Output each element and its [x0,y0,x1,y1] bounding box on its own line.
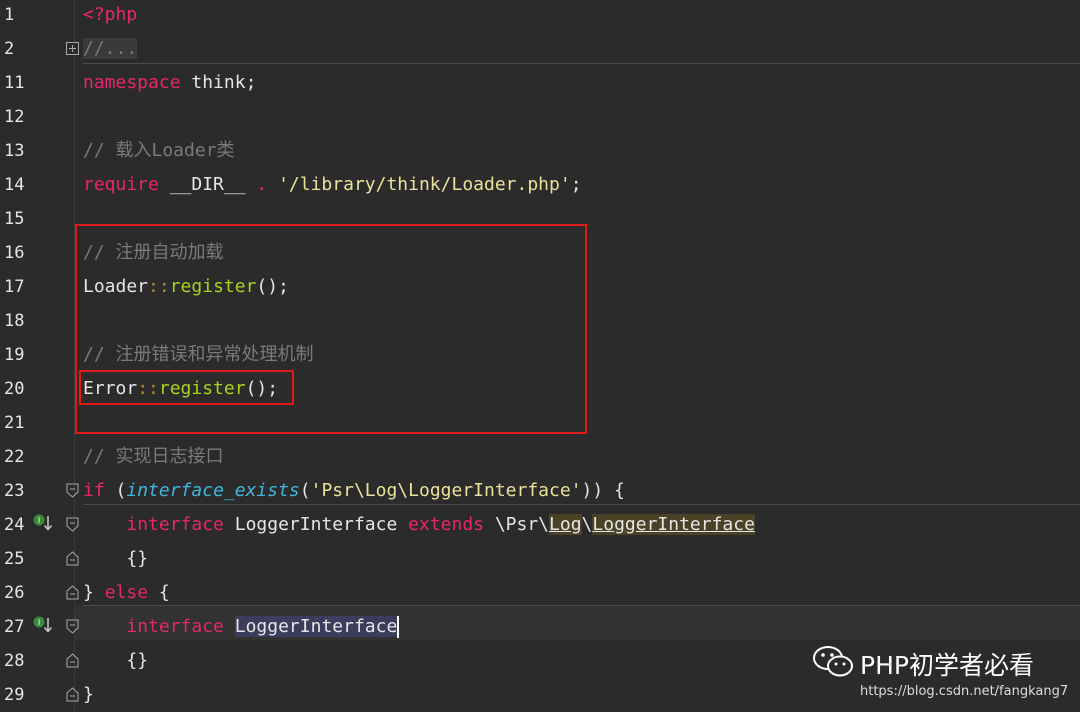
wechat-icon [812,644,856,680]
implements-marker-icon[interactable]: I [33,514,53,532]
watermark: PHP初学者必看 https://blog.csdn.net/fangkang7 [812,640,1080,712]
fold-collapse-icon[interactable] [66,517,80,532]
code-line: 23 if (interface_exists('Psr\Log\LoggerI… [0,474,1080,508]
line-number: 22 [4,447,25,467]
line-number: 29 [4,685,25,705]
backslash: \ [581,514,593,535]
interface-keyword: interface [126,616,224,637]
close-brace: } [83,684,94,705]
line-number: 15 [4,209,25,229]
semicolon: ; [570,174,582,195]
paren: ( [104,480,127,501]
line-number: 12 [4,107,25,127]
line-number: 17 [4,277,25,297]
line-number: 13 [4,141,25,161]
line-number: 23 [4,481,25,501]
namespace-name: think; [180,72,257,93]
highlight-box-error-register [79,370,294,405]
interface-keyword: interface [126,514,224,535]
fold-expand-icon[interactable] [66,42,80,56]
line-number: 1 [4,5,15,25]
namespace-reference[interactable]: Log [549,514,582,535]
code-line: 14 require __DIR__ . '/library/think/Loa… [0,168,1080,202]
line-number: 16 [4,243,25,263]
code-editor[interactable]: 1 <?php 2 //... 11 namespace think; 12 1… [0,0,1080,712]
fold-end-icon[interactable] [66,686,80,702]
svg-text:I: I [38,516,40,525]
code-line: 24 I interface LoggerInterface extends \… [0,508,1080,542]
folded-region[interactable]: //... [83,38,138,59]
line-number: 28 [4,651,25,671]
open-brace: { [148,582,170,603]
extends-keyword: extends [408,514,484,535]
comment: // 实现日志接口 [83,446,224,467]
fold-collapse-icon[interactable] [66,619,80,634]
line-number: 25 [4,549,25,569]
php-open-tag: <?php [83,4,138,25]
require-keyword: require [83,174,159,195]
fold-collapse-icon[interactable] [66,483,80,498]
comment: // 载入Loader类 [83,140,235,161]
text-cursor [397,616,400,638]
code-line: 22 // 实现日志接口 [0,440,1080,474]
line-number: 18 [4,311,25,331]
code-line: 1 <?php [0,0,1080,32]
fold-end-icon[interactable] [66,550,80,566]
code-line: 12 [0,100,1080,134]
code-line: 26 } else { [0,576,1080,610]
fold-end-icon[interactable] [66,652,80,668]
namespace-path: \Psr\ [484,514,550,535]
line-number: 11 [4,73,25,93]
line-number: 26 [4,583,25,603]
paren: )) { [581,480,625,501]
code-line: 2 //... [0,32,1080,66]
fold-end-icon[interactable] [66,584,80,600]
code-line: 13 // 载入Loader类 [0,134,1080,168]
code-line: 25 {} [0,542,1080,576]
code-line: 11 namespace think; [0,66,1080,100]
paren: ( [299,480,311,501]
braces: {} [126,650,149,671]
line-number: 20 [4,379,25,399]
class-reference[interactable]: LoggerInterface [592,514,755,535]
interface-name: LoggerInterface [223,514,409,535]
function-call: interface_exists [126,480,300,501]
else-keyword: else [104,582,149,603]
line-number: 21 [4,413,25,433]
string-literal: 'Psr\Log\LoggerInterface' [310,480,582,501]
line-number: 19 [4,345,25,365]
implements-marker-icon[interactable]: I [33,616,53,634]
line-number: 2 [4,39,15,59]
watermark-url: https://blog.csdn.net/fangkang7 [860,684,1069,699]
string-literal: '/library/think/Loader.php' [267,174,571,195]
concat-operator: . [256,174,268,195]
braces: {} [126,548,149,569]
close-brace: } [83,582,105,603]
selected-identifier[interactable]: LoggerInterface [234,616,398,637]
code-line: 27 I interface LoggerInterface [0,610,1080,644]
line-number: 14 [4,175,25,195]
svg-text:I: I [38,618,40,627]
namespace-keyword: namespace [83,72,181,93]
watermark-title: PHP初学者必看 [860,651,1034,680]
dir-constant: __DIR__ [158,174,257,195]
if-keyword: if [83,480,105,501]
